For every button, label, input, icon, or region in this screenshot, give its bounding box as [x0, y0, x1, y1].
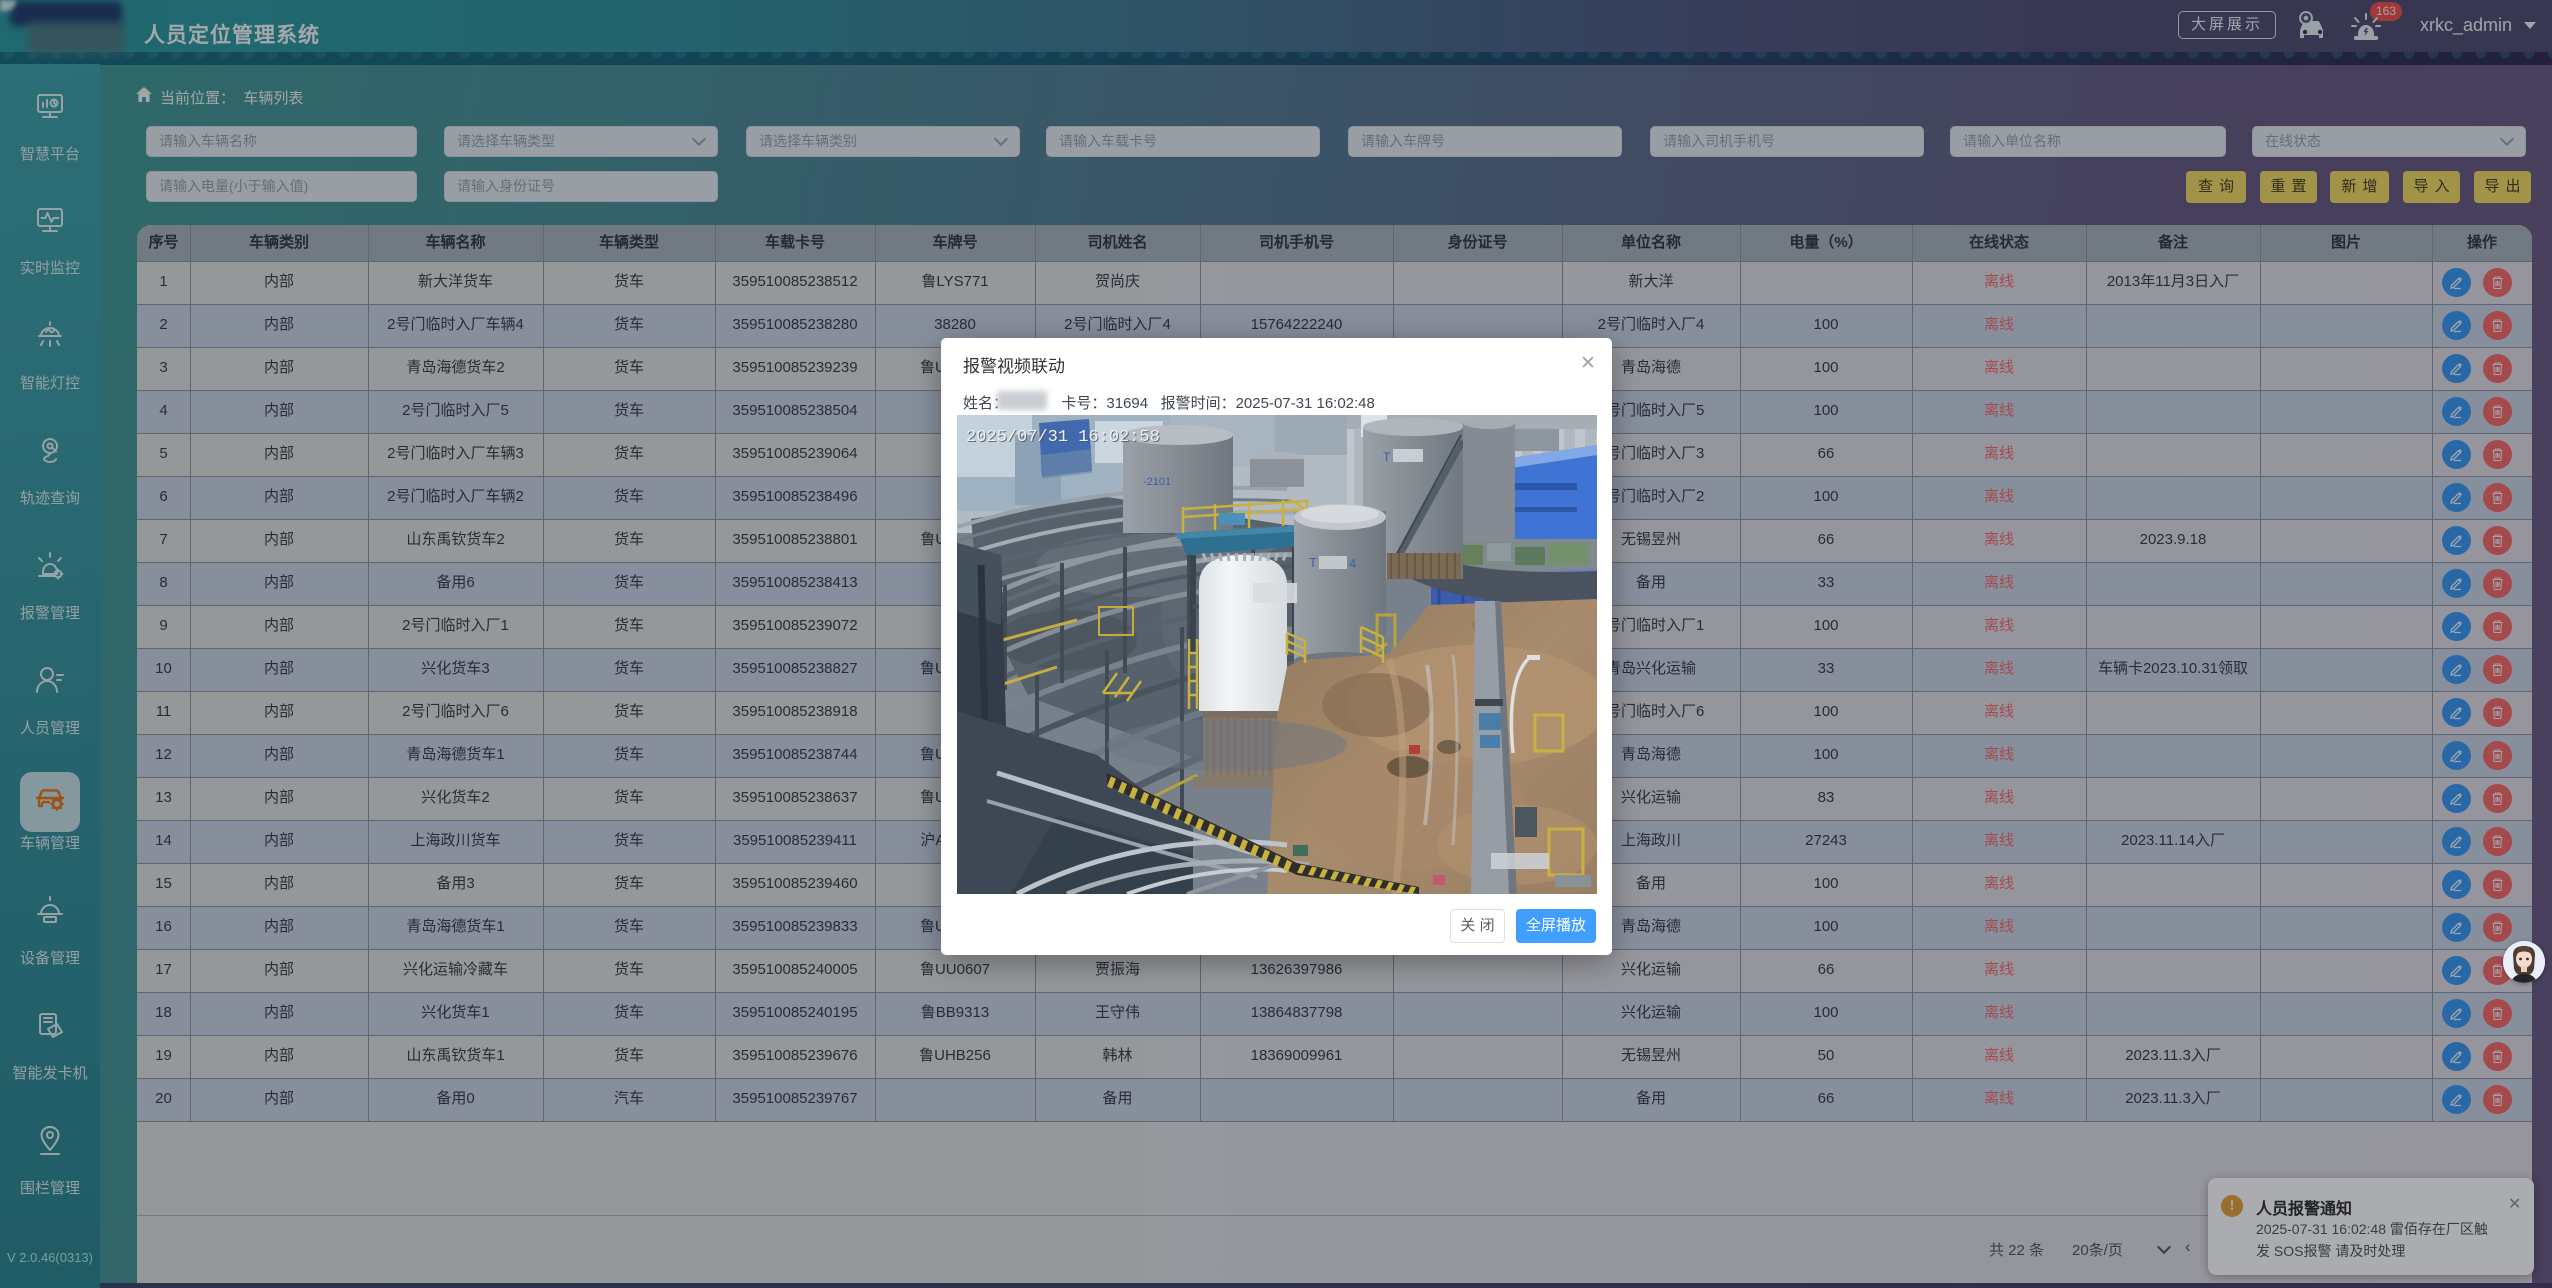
svg-text:-2101: -2101: [1143, 476, 1171, 488]
svg-text:T: T: [1309, 555, 1317, 570]
svg-text:4: 4: [1349, 556, 1356, 571]
svg-text:2025/07/31 16:02:58: 2025/07/31 16:02:58: [966, 428, 1160, 447]
svg-text:T: T: [1383, 450, 1391, 464]
